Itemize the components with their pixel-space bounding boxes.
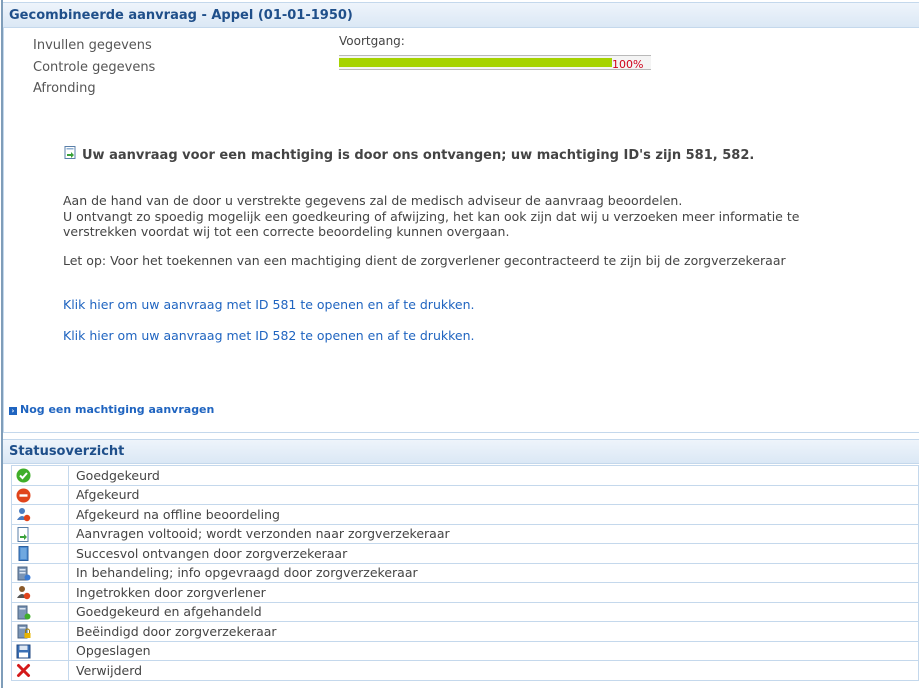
table-row: Succesvol ontvangen door zorgverzekeraar xyxy=(11,543,919,564)
floppy-disk-icon xyxy=(16,644,31,659)
table-row: Verwijderd xyxy=(11,660,919,681)
status-label: Ingetrokken door zorgverlener xyxy=(68,582,919,603)
status-label: Aanvragen voltooid; wordt verzonden naar… xyxy=(68,523,919,544)
status-label: Verwijderd xyxy=(68,660,919,681)
server-locked-icon xyxy=(17,624,31,639)
document-send-icon xyxy=(17,526,29,542)
user-withdraw-icon xyxy=(17,586,31,600)
document-send-icon xyxy=(64,146,76,159)
status-label: In behandeling; info opgevraagd door zor… xyxy=(68,562,919,583)
table-row: Goedgekeurd en afgehandeld xyxy=(11,601,919,622)
table-row: Goedgekeurd xyxy=(11,465,919,486)
minus-circle-icon xyxy=(16,488,31,503)
status-label: Goedgekeurd en afgehandeld xyxy=(68,601,919,622)
table-row: Beëindigd door zorgverzekeraar xyxy=(11,621,919,642)
server-approved-icon xyxy=(17,605,31,620)
status-label: Goedgekeurd xyxy=(68,465,919,486)
open-request-581-link[interactable]: Klik hier om uw aanvraag met ID 581 te o… xyxy=(63,297,474,312)
info-line: verstrekken voordat wij tot een correcte… xyxy=(63,224,510,240)
step-item: Afronding xyxy=(33,81,96,96)
progress-bar xyxy=(339,55,651,70)
page-title: Gecombineerde aanvraag - Appel (01-01-19… xyxy=(3,3,919,28)
status-label: Succesvol ontvangen door zorgverzekeraar xyxy=(68,543,919,564)
progress-fill xyxy=(339,58,612,67)
notice-paragraph: Let op: Voor het toekennen van een macht… xyxy=(63,253,786,268)
confirmation-title: Uw aanvraag voor een machtiging is door … xyxy=(82,148,755,163)
new-authorization-label: Nog een machtiging aanvragen xyxy=(20,403,215,416)
arrow-right-icon: › xyxy=(9,407,17,415)
table-row: Ingetrokken door zorgverlener xyxy=(11,582,919,603)
status-label: Afgekeurd na offline beoordeling xyxy=(68,504,919,525)
status-label: Beëindigd door zorgverzekeraar xyxy=(68,621,919,642)
new-authorization-link[interactable]: › Nog een machtiging aanvragen xyxy=(9,403,214,416)
progress-percent: 100% xyxy=(612,58,644,71)
table-row: Afgekeurd xyxy=(11,484,919,505)
status-legend-table: Goedgekeurd Afgekeurd Afgekeurd na offli… xyxy=(11,465,919,681)
status-label: Afgekeurd xyxy=(68,484,919,505)
open-request-582-link[interactable]: Klik hier om uw aanvraag met ID 582 te o… xyxy=(63,328,474,343)
step-item: Invullen gegevens xyxy=(33,38,152,53)
red-x-icon xyxy=(17,664,30,678)
step-list: Invullen gegevens Controle gegevens Afro… xyxy=(33,35,155,100)
progress-label: Voortgang: xyxy=(339,34,405,48)
table-row: Aanvragen voltooid; wordt verzonden naar… xyxy=(11,523,919,544)
info-line: Aan de hand van de door u verstrekte geg… xyxy=(63,193,683,208)
door-icon xyxy=(18,546,29,562)
table-row: In behandeling; info opgevraagd door zor… xyxy=(11,562,919,583)
check-circle-icon xyxy=(16,468,31,483)
info-line: U ontvangt zo spoedig mogelijk een goedk… xyxy=(63,208,800,224)
status-label: Opgeslagen xyxy=(68,640,919,661)
table-row: Afgekeurd na offline beoordeling xyxy=(11,504,919,525)
table-row: Opgeslagen xyxy=(11,640,919,661)
application-window: Gecombineerde aanvraag - Appel (01-01-19… xyxy=(0,0,919,688)
server-info-icon xyxy=(17,566,31,581)
user-offline-icon xyxy=(17,508,31,522)
step-item: Controle gegevens xyxy=(33,59,156,75)
status-overview-title: Statusoverzicht xyxy=(3,439,919,464)
info-paragraph: Aan de hand van de door u verstrekte geg… xyxy=(63,193,863,240)
